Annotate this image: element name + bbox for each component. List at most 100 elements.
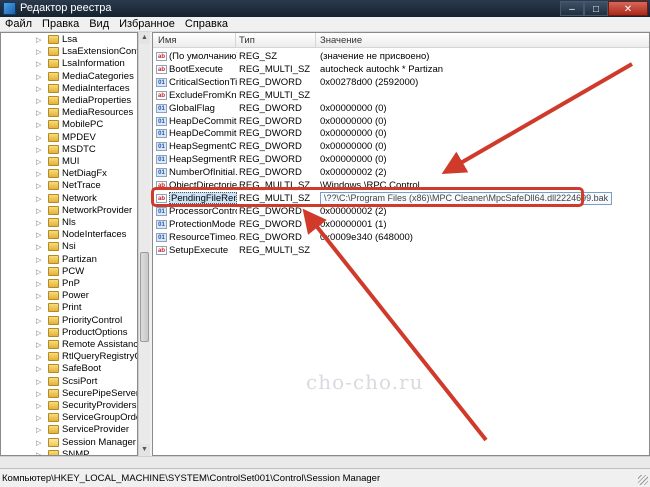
- value-row[interactable]: ab SetupExecute REG_MULTI_SZ: [153, 244, 649, 257]
- expand-arrow-icon[interactable]: ▷: [36, 73, 41, 81]
- value-row[interactable]: 01CriticalSectionTi...REG_DWORD 0x00278d0…: [153, 76, 649, 89]
- value-row[interactable]: 01 GlobalFlag REG_DWORD 0x00000000 (0): [153, 102, 649, 115]
- tree-item[interactable]: ▷ MediaResources: [1, 107, 137, 119]
- close-button[interactable]: ✕: [608, 1, 648, 16]
- expand-arrow-icon[interactable]: ▷: [36, 329, 41, 337]
- tree-item[interactable]: ▷ MediaInterfaces: [1, 83, 137, 95]
- tree-scrollbar[interactable]: ▲ ▼: [138, 32, 150, 456]
- expand-arrow-icon[interactable]: ▷: [36, 109, 41, 117]
- expand-arrow-icon[interactable]: ▷: [36, 280, 41, 288]
- tree-item[interactable]: ▷ PriorityControl: [1, 315, 137, 327]
- column-header-name[interactable]: Имя: [158, 35, 177, 46]
- tree-item[interactable]: ▷ Remote Assistance: [1, 339, 137, 351]
- expand-arrow-icon[interactable]: ▷: [36, 182, 41, 190]
- tree-item[interactable]: ▷ SecurePipeServers: [1, 388, 137, 400]
- expand-arrow-icon[interactable]: ▷: [36, 426, 41, 434]
- expand-arrow-icon[interactable]: ▷: [36, 243, 41, 251]
- column-divider[interactable]: [235, 33, 236, 48]
- tree-item[interactable]: ▷ NetTrace: [1, 180, 137, 192]
- tree-item[interactable]: ▷ NetworkProvider: [1, 205, 137, 217]
- value-row[interactable]: ab (По умолчанию) REG_SZ (значение не присв…: [153, 50, 649, 63]
- expand-arrow-icon[interactable]: ▷: [36, 170, 41, 178]
- tree-item[interactable]: ▷ Network: [1, 193, 137, 205]
- expand-arrow-icon[interactable]: ▷: [36, 219, 41, 227]
- value-row[interactable]: 01 HeapSegmentR... REG_DWORD 0x00000000 (0): [153, 153, 649, 166]
- value-row[interactable]: 01 HeapSegmentC... REG_DWORD 0x00000000 (0): [153, 140, 649, 153]
- tree-item[interactable]: ▷ ScsiPort: [1, 376, 137, 388]
- expand-arrow-icon[interactable]: ▷: [36, 268, 41, 276]
- tree-item[interactable]: ▷ Print: [1, 302, 137, 314]
- tree-item[interactable]: ▷ MUI: [1, 156, 137, 168]
- expand-arrow-icon[interactable]: ▷: [36, 402, 41, 410]
- tree-item[interactable]: ▷ NetDiagFx: [1, 168, 137, 180]
- expand-arrow-icon[interactable]: ▷: [36, 439, 41, 447]
- value-row[interactable]: 01 ProtectionMode REG_DWORD 0x00000001 (1): [153, 218, 649, 231]
- tree-item[interactable]: ▷ ProductOptions: [1, 327, 137, 339]
- horizontal-scrollbar[interactable]: [0, 456, 650, 468]
- tree-item[interactable]: ▷ MSDTC: [1, 144, 137, 156]
- expand-arrow-icon[interactable]: ▷: [36, 365, 41, 373]
- expand-arrow-icon[interactable]: ▷: [36, 353, 41, 361]
- menu-help[interactable]: Справка: [180, 17, 233, 31]
- tree-item[interactable]: ▷ PCW: [1, 266, 137, 278]
- title-bar[interactable]: Редактор реестра – □ ✕: [0, 0, 650, 17]
- menu-edit[interactable]: Правка: [37, 17, 84, 31]
- tree-item[interactable]: ▷ Session Manager: [1, 437, 137, 449]
- value-row[interactable]: 01 HeapDeCommit... REG_DWORD 0x00000000 (0): [153, 127, 649, 140]
- expand-arrow-icon[interactable]: ▷: [36, 36, 41, 44]
- column-header-type[interactable]: Тип: [239, 35, 255, 46]
- tree-item[interactable]: ▷ SNMP: [1, 449, 137, 455]
- tree-item[interactable]: ▷ ServiceGroupOrder: [1, 412, 137, 424]
- expand-arrow-icon[interactable]: ▷: [36, 195, 41, 203]
- expand-arrow-icon[interactable]: ▷: [36, 158, 41, 166]
- column-divider[interactable]: [315, 33, 316, 48]
- expand-arrow-icon[interactable]: ▷: [36, 134, 41, 142]
- expand-arrow-icon[interactable]: ▷: [36, 414, 41, 422]
- scroll-thumb[interactable]: [140, 252, 149, 342]
- tree-item[interactable]: ▷ ServiceProvider: [1, 424, 137, 436]
- tree-item[interactable]: ▷ Nsi: [1, 241, 137, 253]
- expand-arrow-icon[interactable]: ▷: [36, 256, 41, 264]
- expand-arrow-icon[interactable]: ▷: [36, 341, 41, 349]
- registry-key-tree[interactable]: ▷ Lsa ▷ LsaExtensionConfig ▷ LsaInformation ▷ M…: [0, 32, 138, 456]
- tree-item[interactable]: ▷ NodeInterfaces: [1, 229, 137, 241]
- tree-item[interactable]: ▷ LsaInformation: [1, 58, 137, 70]
- expand-arrow-icon[interactable]: ▷: [36, 85, 41, 93]
- tree-item[interactable]: ▷ MobilePC: [1, 119, 137, 131]
- scroll-down-arrow-icon[interactable]: ▼: [139, 444, 150, 456]
- expand-arrow-icon[interactable]: ▷: [36, 317, 41, 325]
- tree-item[interactable]: ▷ Lsa: [1, 34, 137, 46]
- column-header-data[interactable]: Значение: [320, 35, 362, 46]
- expand-arrow-icon[interactable]: ▷: [36, 390, 41, 398]
- tree-item[interactable]: ▷ PnP: [1, 278, 137, 290]
- menu-favorites[interactable]: Избранное: [114, 17, 180, 31]
- minimize-button[interactable]: –: [560, 1, 584, 16]
- tree-item[interactable]: ▷ MediaCategories: [1, 71, 137, 83]
- tree-item[interactable]: ▷ Partizan: [1, 254, 137, 266]
- tree-item[interactable]: ▷ RtlQueryRegistryCon: [1, 351, 137, 363]
- expand-arrow-icon[interactable]: ▷: [36, 207, 41, 215]
- value-row[interactable]: 01 ResourceTimeo... REG_DWORD 0x0009e340 (6…: [153, 231, 649, 244]
- maximize-button[interactable]: □: [584, 1, 608, 16]
- tree-item[interactable]: ▷ LsaExtensionConfig: [1, 46, 137, 58]
- value-row[interactable]: ab ExcludeFromKn... REG_MULTI_SZ: [153, 89, 649, 102]
- value-row[interactable]: ab BootExecute REG_MULTI_SZ autocheck autoc…: [153, 63, 649, 76]
- tree-item[interactable]: ▷ Power: [1, 290, 137, 302]
- value-row[interactable]: 01 HeapDeCommit... REG_DWORD 0x00000000 (0): [153, 115, 649, 128]
- expand-arrow-icon[interactable]: ▷: [36, 60, 41, 68]
- menu-file[interactable]: Файл: [0, 17, 37, 31]
- expand-arrow-icon[interactable]: ▷: [36, 146, 41, 154]
- menu-view[interactable]: Вид: [84, 17, 114, 31]
- value-row[interactable]: 01 NumberOfInitial... REG_DWORD 0x00000002 …: [153, 166, 649, 179]
- tree-item[interactable]: ▷ SafeBoot: [1, 363, 137, 375]
- tree-item[interactable]: ▷ Nls: [1, 217, 137, 229]
- scroll-up-arrow-icon[interactable]: ▲: [139, 32, 150, 44]
- tree-item[interactable]: ▷ SecurityProviders: [1, 400, 137, 412]
- tree-item[interactable]: ▷ MediaProperties: [1, 95, 137, 107]
- expand-arrow-icon[interactable]: ▷: [36, 378, 41, 386]
- resize-grip[interactable]: [638, 475, 648, 485]
- expand-arrow-icon[interactable]: ▷: [36, 304, 41, 312]
- expand-arrow-icon[interactable]: ▷: [36, 97, 41, 105]
- tree-item[interactable]: ▷ MPDEV: [1, 132, 137, 144]
- expand-arrow-icon[interactable]: ▷: [36, 292, 41, 300]
